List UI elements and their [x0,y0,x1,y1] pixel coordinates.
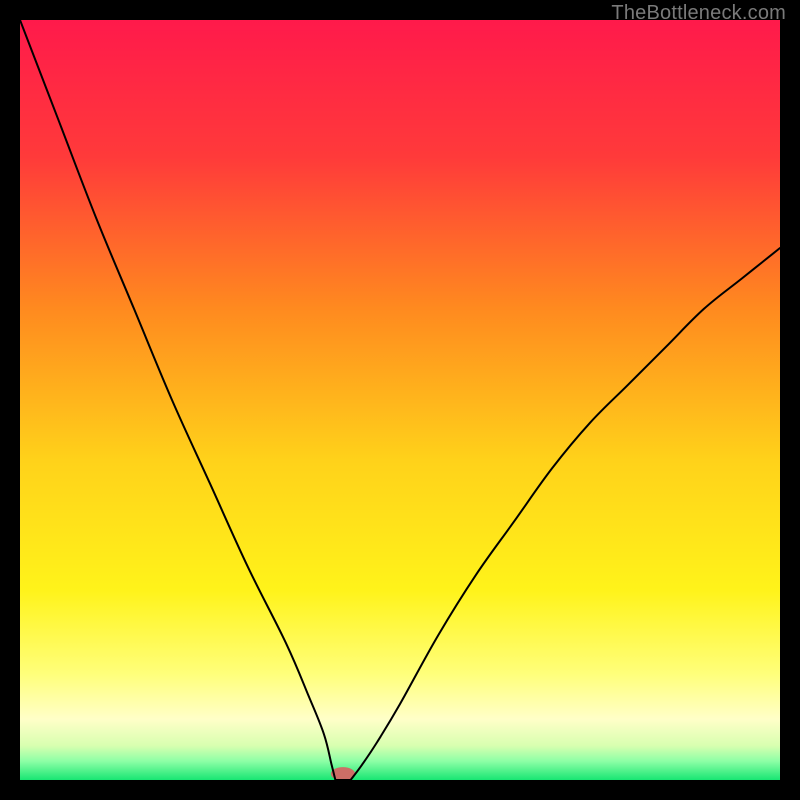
plot-area [20,20,780,780]
gradient-background [20,20,780,780]
chart-svg [20,20,780,780]
chart-frame: TheBottleneck.com [0,0,800,800]
